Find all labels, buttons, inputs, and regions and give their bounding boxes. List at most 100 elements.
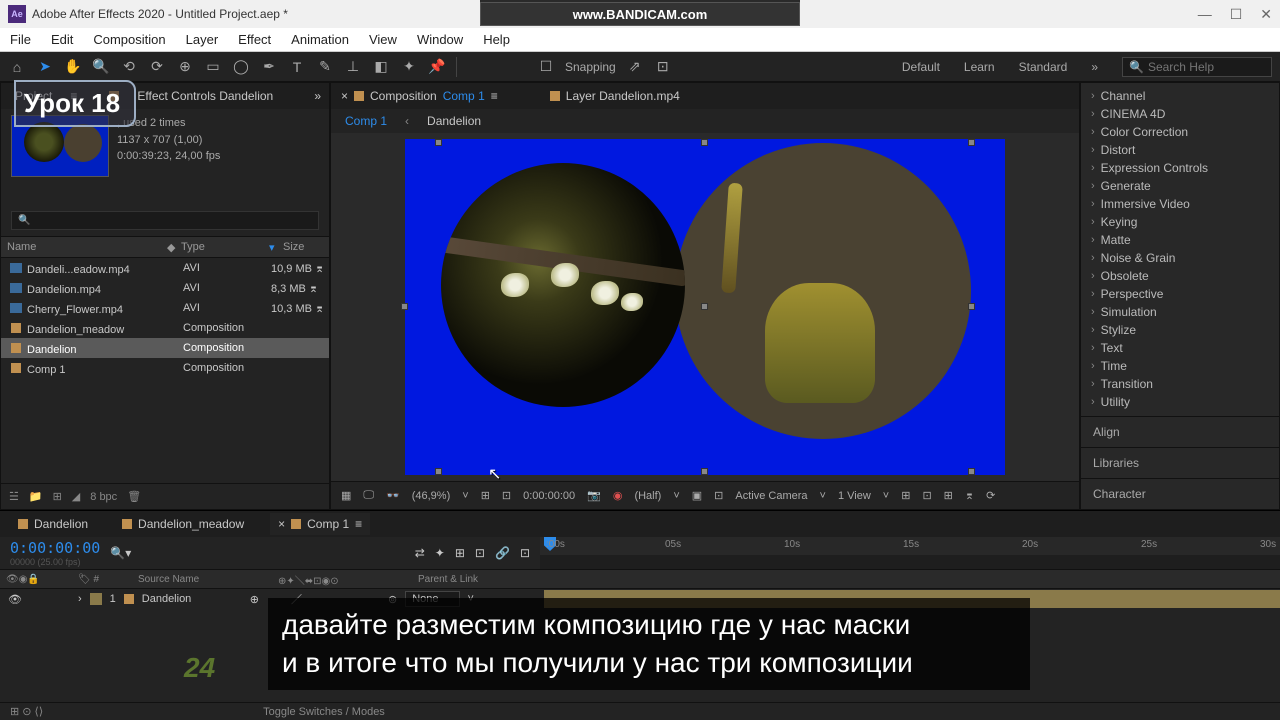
- zoom-tool-icon[interactable]: 🔍: [92, 58, 110, 76]
- roto-tool-icon[interactable]: ✦: [400, 58, 418, 76]
- rotate-tool-icon[interactable]: ⟳: [148, 58, 166, 76]
- effect-category[interactable]: Noise & Grain: [1081, 249, 1279, 267]
- layer-color[interactable]: [90, 593, 102, 605]
- project-item[interactable]: Dandelion.mp4AVI8,3 MB ⌆: [1, 278, 329, 298]
- layer-tab[interactable]: Layer Dandelion.mp4: [566, 89, 680, 103]
- puppet-tool-icon[interactable]: 📌: [428, 58, 446, 76]
- canvas[interactable]: [405, 139, 1005, 475]
- vf-icon5[interactable]: ⊡: [502, 489, 511, 502]
- search-help[interactable]: 🔍: [1122, 57, 1272, 77]
- effect-category[interactable]: Matte: [1081, 231, 1279, 249]
- project-item[interactable]: Comp 1Composition: [1, 358, 329, 378]
- layer-switch1-icon[interactable]: ⊕: [250, 593, 259, 606]
- panel-character[interactable]: Character: [1081, 478, 1279, 509]
- current-time[interactable]: 0:00:00:00: [523, 490, 575, 502]
- interpret-icon[interactable]: ☱: [9, 490, 19, 503]
- folder-icon[interactable]: 📁: [29, 490, 43, 503]
- workspace-learn[interactable]: Learn: [964, 60, 995, 74]
- vf-icon8[interactable]: ⊞: [901, 489, 910, 502]
- timeline-tab[interactable]: × Comp 1 ≡: [270, 513, 370, 535]
- maximize-button[interactable]: ☐: [1230, 6, 1243, 23]
- bpc-label[interactable]: 8 bpc: [90, 491, 117, 503]
- composition-viewer[interactable]: [331, 133, 1079, 481]
- vf-icon4[interactable]: ⊞: [481, 489, 490, 502]
- breadcrumb-comp1[interactable]: Comp 1: [345, 114, 387, 128]
- anchor-tool-icon[interactable]: ⊕: [176, 58, 194, 76]
- vf-icon1[interactable]: ▦: [341, 489, 351, 502]
- vf-icon2[interactable]: 🖵: [363, 489, 374, 502]
- menu-file[interactable]: File: [10, 32, 31, 47]
- tab-effect-controls[interactable]: Effect Controls Dandelion: [131, 85, 279, 107]
- timeline-tab[interactable]: Dandelion_meadow: [114, 513, 252, 535]
- project-item[interactable]: Cherry_Flower.mp4AVI10,3 MB ⌆: [1, 298, 329, 318]
- home-icon[interactable]: ⌂: [8, 58, 26, 76]
- snap-opt2-icon[interactable]: ⊡: [654, 58, 672, 76]
- time-ruler[interactable]: :00s05s10s15s20s25s30s: [540, 537, 1280, 555]
- trash-icon[interactable]: 🗑: [127, 490, 141, 503]
- layer-name[interactable]: Dandelion: [142, 593, 242, 605]
- menu-help[interactable]: Help: [483, 32, 510, 47]
- vf-icon9[interactable]: ⊡: [922, 489, 931, 502]
- effect-category[interactable]: Simulation: [1081, 303, 1279, 321]
- project-item[interactable]: Dandelion_meadowComposition: [1, 318, 329, 338]
- view-count[interactable]: 1 View: [838, 490, 871, 502]
- tl-opt2-icon[interactable]: ✦: [435, 546, 445, 560]
- minimize-button[interactable]: —: [1198, 6, 1212, 23]
- tl-opt6-icon[interactable]: ⊡: [520, 546, 530, 560]
- layer-twirl-icon[interactable]: ›: [78, 593, 82, 605]
- effect-category[interactable]: Obsolete: [1081, 267, 1279, 285]
- effect-category[interactable]: Time: [1081, 357, 1279, 375]
- panel-overflow-icon[interactable]: »: [314, 89, 321, 103]
- pen-tool-icon[interactable]: ✒: [260, 58, 278, 76]
- project-item[interactable]: Dandeli...eadow.mp4AVI10,9 MB ⌆: [1, 258, 329, 278]
- menu-edit[interactable]: Edit: [51, 32, 73, 47]
- effect-category[interactable]: Text: [1081, 339, 1279, 357]
- snapping-checkbox[interactable]: ☐: [537, 58, 555, 76]
- panel-align[interactable]: Align: [1081, 416, 1279, 447]
- project-search[interactable]: [11, 211, 319, 230]
- eraser-tool-icon[interactable]: ◧: [372, 58, 390, 76]
- effect-category[interactable]: Utility: [1081, 393, 1279, 411]
- vf-icon6[interactable]: ▣: [692, 489, 702, 502]
- tl-search-icon[interactable]: 🔍▾: [110, 546, 131, 560]
- workspace-standard[interactable]: Standard: [1019, 60, 1068, 74]
- menu-composition[interactable]: Composition: [93, 32, 165, 47]
- breadcrumb-back-icon[interactable]: ‹: [405, 114, 409, 128]
- close-button[interactable]: ✕: [1260, 6, 1272, 23]
- comp-tab-menu-icon[interactable]: ≡: [491, 89, 498, 103]
- adjust-icon[interactable]: ◢: [72, 490, 80, 503]
- timeline-tab[interactable]: Dandelion: [10, 513, 96, 535]
- vf-icon7[interactable]: ⊡: [714, 489, 723, 502]
- tl-opt4-icon[interactable]: ⊡: [475, 546, 485, 560]
- effect-category[interactable]: Distort: [1081, 141, 1279, 159]
- menu-layer[interactable]: Layer: [186, 32, 219, 47]
- rect-tool-icon[interactable]: ▭: [204, 58, 222, 76]
- effect-category[interactable]: Transition: [1081, 375, 1279, 393]
- tl-opt1-icon[interactable]: ⇄: [415, 546, 425, 560]
- resolution[interactable]: (Half): [634, 490, 661, 502]
- snapshot-icon[interactable]: 📷: [587, 489, 601, 502]
- effect-category[interactable]: Generate: [1081, 177, 1279, 195]
- tl-opt3-icon[interactable]: ⊞: [455, 546, 465, 560]
- brush-tool-icon[interactable]: ✎: [316, 58, 334, 76]
- workspace-more-icon[interactable]: »: [1091, 60, 1098, 74]
- tl-opt5-icon[interactable]: 🔗: [495, 546, 510, 560]
- effect-category[interactable]: Stylize: [1081, 321, 1279, 339]
- channels-icon[interactable]: ◉: [613, 489, 623, 502]
- timeline-timecode[interactable]: 0:00:00:00: [10, 539, 100, 557]
- snap-opt1-icon[interactable]: ⇗: [626, 58, 644, 76]
- comp-new-icon[interactable]: ⊞: [53, 490, 62, 503]
- effect-category[interactable]: Color Correction: [1081, 123, 1279, 141]
- comp-tab-name[interactable]: Comp 1: [443, 89, 485, 103]
- effect-category[interactable]: Channel: [1081, 87, 1279, 105]
- active-camera[interactable]: Active Camera: [735, 490, 807, 502]
- selection-tool-icon[interactable]: ➤: [36, 58, 54, 76]
- clone-tool-icon[interactable]: ⊥: [344, 58, 362, 76]
- menu-animation[interactable]: Animation: [291, 32, 349, 47]
- zoom-level[interactable]: (46,9%): [412, 490, 451, 502]
- menu-effect[interactable]: Effect: [238, 32, 271, 47]
- breadcrumb-dandelion[interactable]: Dandelion: [427, 114, 481, 128]
- text-tool-icon[interactable]: T: [288, 58, 306, 76]
- hand-tool-icon[interactable]: ✋: [64, 58, 82, 76]
- effect-category[interactable]: Immersive Video: [1081, 195, 1279, 213]
